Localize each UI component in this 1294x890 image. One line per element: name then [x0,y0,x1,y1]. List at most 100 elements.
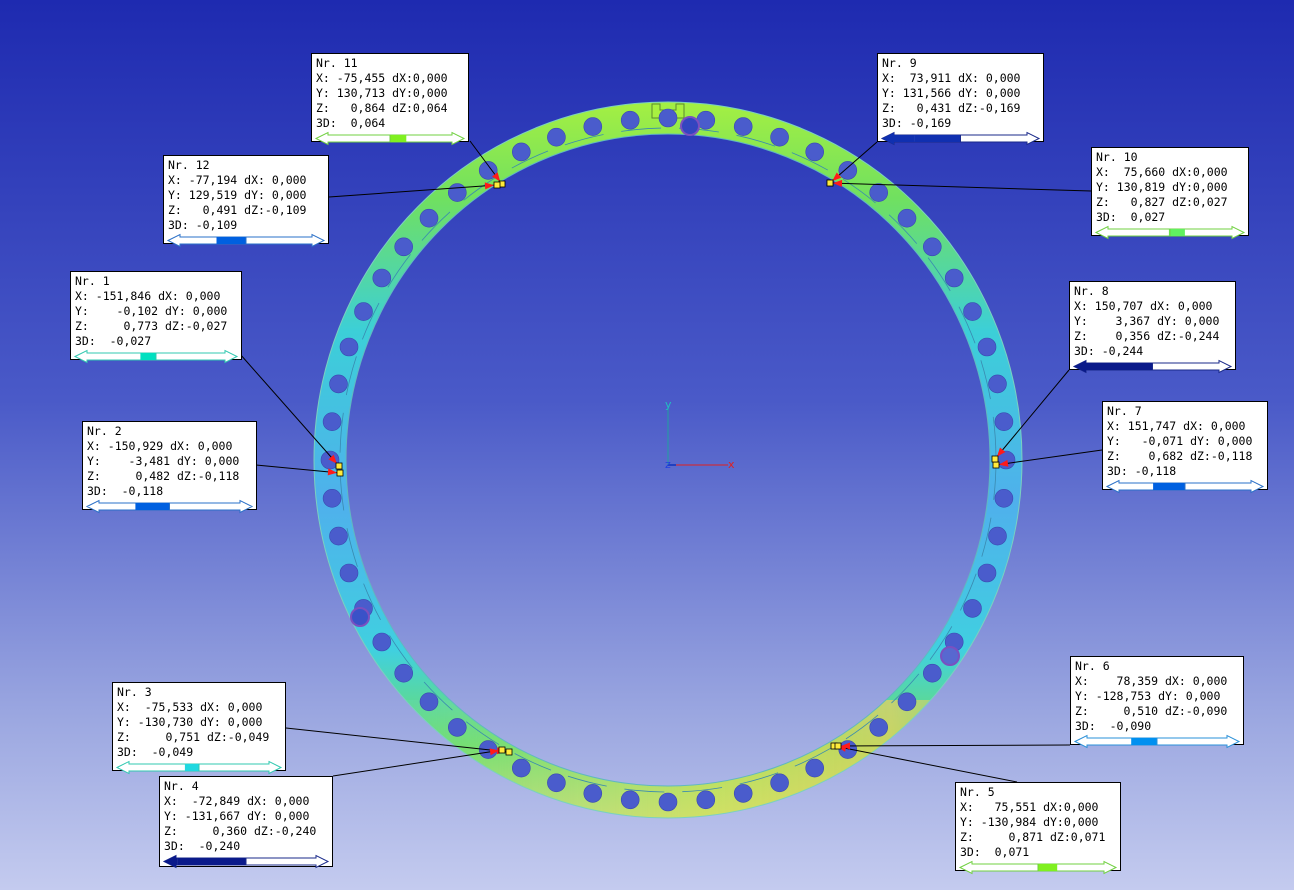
measurement-point-marker[interactable] [991,455,999,463]
measurement-label[interactable]: Nr. 5 X: 75,551 dX:0,000 Y: -130,984 dY:0,… [955,782,1121,875]
deviation-bar [73,349,239,364]
measurement-label[interactable]: Nr. 8 X: 150,707 dX: 0,000 Y: 3,367 dY: 0,… [1069,281,1236,374]
ring-hole [419,692,439,712]
label-3d-row: 3D: -0,244 [1074,344,1144,358]
label-y-row: Y: 3,367 dY: 0,000 [1074,314,1220,328]
label-x-row: X: -72,849 dX: 0,000 [164,794,310,808]
label-y-row: Y: -3,481 dY: 0,000 [87,454,240,468]
ring-hole [770,127,789,147]
label-x-row: X: -151,846 dX: 0,000 [75,289,221,303]
label-title-row: Nr. 1 [75,274,110,288]
deviation-bar-fill [1038,864,1058,871]
deviation-bar [1105,479,1265,494]
measurement-point-marker[interactable] [336,469,344,477]
label-title-row: Nr. 3 [117,685,152,699]
ring-hole [733,784,753,803]
label-3d-row: 3D: -0,240 [164,839,241,853]
ring-hole [547,773,566,793]
deviation-bar-fill [390,135,407,142]
ring-hole [322,412,342,432]
measurement-point-marker[interactable] [335,462,343,470]
measurement-label[interactable]: Nr. 3 X: -75,533 dX: 0,000 Y: -130,730 dY:… [112,682,286,775]
ring-hole [372,632,392,652]
deviation-bar-fill [184,764,199,771]
label-title-row: Nr. 10 [1096,150,1138,164]
label-y-row: Y: -131,667 dY: 0,000 [164,809,310,823]
label-z-row: Z: 0,491 dZ:-0,109 [168,203,307,217]
ring-hole [977,337,997,357]
deviation-bar-fill [177,858,246,865]
deviation-bar [166,233,326,248]
measurement-label[interactable]: Nr. 9 X: 73,911 dX: 0,000 Y: 131,566 dY: 0… [877,53,1044,146]
ring-hole [988,374,1007,394]
label-z-row: Z: 0,682 dZ:-0,118 [1107,449,1253,463]
label-x-row: X: 73,911 dX: 0,000 [882,71,1021,85]
label-3d-row: 3D: -0,049 [117,745,194,759]
measurement-point-marker[interactable] [826,179,834,187]
label-x-row: X: 78,359 dX: 0,000 [1075,674,1228,688]
label-y-row: Y: -0,102 dY: 0,000 [75,304,228,318]
label-title-row: Nr. 4 [164,779,199,793]
measurement-label[interactable]: Nr. 6 X: 78,359 dX: 0,000 Y: -128,753 dY: … [1070,656,1244,749]
deviation-bar [1094,225,1246,240]
ring-hole [838,161,858,180]
measurement-point-marker[interactable] [992,461,1000,469]
ring-hole [994,412,1014,432]
deviation-bar-fill [1153,483,1185,490]
measurement-label[interactable]: Nr. 2 X: -150,929 dX: 0,000 Y: -3,481 dY: … [82,421,257,514]
ring-hole [897,208,917,228]
deviation-bar [115,760,283,775]
ring-hole [988,526,1007,546]
measurement-label[interactable]: Nr. 1 X: -151,846 dX: 0,000 Y: -0,102 dY: … [70,271,242,364]
ring-hole [329,526,348,546]
label-title-row: Nr. 11 [316,56,358,70]
label-title-row: Nr. 7 [1107,404,1142,418]
ring-hole [977,563,997,583]
measurement-point-marker[interactable] [493,181,501,189]
measurement-point-marker[interactable] [505,748,513,756]
ring-hole [922,663,942,683]
label-3d-row: 3D: -0,090 [1075,719,1152,733]
deviation-bar [314,131,466,146]
deviation-bar-fill [140,353,157,360]
label-3d-row: 3D: -0,169 [882,116,952,130]
measurement-label[interactable]: Nr. 12 X: -77,194 dX: 0,000 Y: 129,519 dY:… [163,155,329,248]
ring-hole [658,792,678,812]
ring-hole [372,268,392,288]
measurement-point-marker[interactable] [498,746,506,754]
ring-hole [869,183,889,202]
deviation-bar [880,131,1041,146]
label-z-row: Z: 0,510 dZ:-0,090 [1075,704,1228,718]
axis-x-label: x [728,458,735,471]
label-y-row: Y: 130,713 dY:0,000 [316,86,448,100]
ring-hole [329,374,348,394]
ring-hole [620,790,640,810]
ring-hole [394,663,414,683]
measurement-label[interactable]: Nr. 11 X: -75,455 dX:0,000 Y: 130,713 dY:0… [311,53,469,146]
measurement-label[interactable]: Nr. 7 X: 151,747 dX: 0,000 Y: -0,071 dY: 0… [1102,401,1268,494]
label-x-row: X: 151,747 dX: 0,000 [1107,419,1246,433]
axis-y-label: y [665,398,672,411]
label-3d-row: 3D: -0,027 [75,334,152,348]
label-3d-row: 3D: -0,118 [87,484,164,498]
deviation-bar [162,854,330,869]
deviation-bar [1072,359,1233,374]
label-z-row: Z: 0,827 dZ:0,027 [1096,195,1228,209]
ring-hole [583,117,603,136]
label-z-row: Z: 0,864 dZ:0,064 [316,101,448,115]
label-y-row: Y: -130,730 dY: 0,000 [117,715,263,729]
label-z-row: Z: 0,773 dZ:-0,027 [75,319,228,333]
measurement-label[interactable]: Nr. 4 X: -72,849 dX: 0,000 Y: -131,667 dY:… [159,776,333,869]
ring-hole [419,208,439,228]
ring-hole [805,142,825,162]
measurement-label[interactable]: Nr. 10 X: 75,660 dX:0,000 Y: 130,819 dY:0,… [1091,147,1249,240]
label-title-row: Nr. 5 [960,785,995,799]
label-x-row: X: -77,194 dX: 0,000 [168,173,307,187]
label-3d-row: 3D: -0,118 [1107,464,1177,478]
measurement-point-marker[interactable] [834,742,842,750]
deviation-bar-fill [1168,229,1185,236]
ring-hole [339,563,359,583]
label-y-row: Y: -0,071 dY: 0,000 [1107,434,1253,448]
ring-hole [963,302,982,321]
label-title-row: Nr. 8 [1074,284,1109,298]
